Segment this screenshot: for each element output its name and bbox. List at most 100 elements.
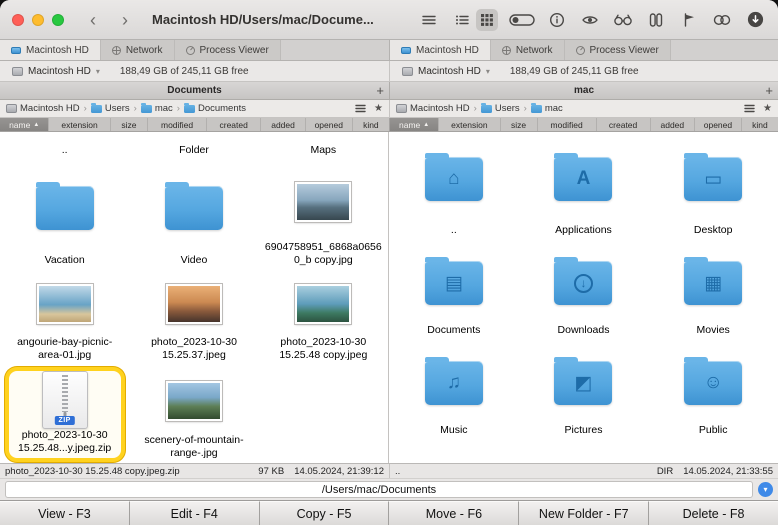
breadcrumb-item[interactable]: Documents (184, 103, 246, 114)
column-header-added[interactable]: added (651, 118, 695, 131)
right-tab-network[interactable]: Network (491, 40, 565, 60)
file-item[interactable]: Folder (129, 132, 258, 160)
column-header-size[interactable]: size (501, 118, 538, 131)
view-button[interactable]: View - F3 (0, 501, 130, 525)
column-header-extension[interactable]: extension (439, 118, 500, 131)
file-item[interactable]: ▭Desktop (648, 132, 778, 240)
column-header-name[interactable]: name▲ (0, 118, 49, 131)
column-header-created[interactable]: created (207, 118, 261, 131)
file-item[interactable]: ♫Music (389, 340, 519, 440)
file-item[interactable]: photo_2023-10-30 15.25.37.jpeg (129, 270, 258, 365)
favorite-star-icon[interactable]: ★ (763, 104, 772, 114)
column-header-kind[interactable]: kind (742, 118, 778, 131)
file-item-up[interactable]: ⌂.. (389, 132, 519, 240)
copy-button[interactable]: Copy - F5 (260, 501, 390, 525)
command-input[interactable]: /Users/mac/Documents (5, 481, 753, 498)
back-button[interactable]: ‹ (90, 11, 96, 29)
file-item[interactable]: ▦Movies (648, 240, 778, 340)
list-view-icon[interactable] (451, 9, 473, 31)
drive-selector[interactable]: Macintosh HD ▾ (8, 65, 104, 78)
breadcrumb-item[interactable]: Macintosh HD (6, 103, 80, 114)
menu-icon[interactable] (418, 9, 440, 31)
download-icon[interactable] (744, 9, 766, 31)
drive-selector[interactable]: Macintosh HD ▾ (398, 65, 494, 78)
forward-button[interactable]: › (122, 11, 128, 29)
column-header-kind[interactable]: kind (353, 118, 389, 131)
add-tab-button[interactable]: + (765, 82, 773, 99)
file-item[interactable]: ↓Downloads (519, 240, 649, 340)
file-manager-window: ‹ › Macintosh HD/Users/mac/Docume... Mac… (0, 0, 778, 525)
gauge-icon (186, 46, 195, 55)
chevron-down-icon: ▾ (763, 485, 767, 494)
breadcrumb-item[interactable]: Users (91, 103, 130, 114)
status-info: 97 KB 14.05.2024, 21:39:12 (258, 466, 384, 477)
toggle-switch-icon[interactable] (509, 9, 535, 31)
delete-button[interactable]: Delete - F8 (649, 501, 778, 525)
gauge-icon (576, 46, 585, 55)
file-item[interactable]: angourie-bay-picnic-area-01.jpg (0, 270, 129, 365)
file-item[interactable]: Vacation (0, 160, 129, 270)
breadcrumb-item[interactable]: mac (141, 103, 173, 114)
column-header-size[interactable]: size (111, 118, 148, 131)
file-item-up[interactable]: .. (0, 132, 129, 160)
command-history-button[interactable]: ▾ (758, 482, 773, 497)
nav-buttons: ‹ › (90, 11, 128, 29)
column-header-extension[interactable]: extension (49, 118, 110, 131)
left-tab-process-viewer[interactable]: Process Viewer (175, 40, 281, 60)
file-item-selected[interactable]: ZIP photo_2023-10-30 15.25.48...y.jpeg.z… (0, 365, 129, 463)
column-header-bars: name▲ extension size modified created ad… (0, 118, 778, 132)
file-item[interactable]: ▤Documents (389, 240, 519, 340)
minimize-button[interactable] (32, 14, 44, 26)
eye-icon[interactable] (579, 9, 601, 31)
masks-icon[interactable] (645, 9, 667, 31)
pane-title-label: Documents (167, 85, 221, 96)
column-header-opened[interactable]: opened (306, 118, 353, 131)
file-label: Public (699, 424, 728, 437)
move-button[interactable]: Move - F6 (389, 501, 519, 525)
left-breadcrumb: Macintosh HD › Users › mac › Documents ★ (0, 100, 389, 117)
column-header-name[interactable]: name▲ (390, 118, 439, 131)
file-item[interactable]: Video (129, 160, 258, 270)
breadcrumb-item[interactable]: Users (481, 103, 520, 114)
file-item[interactable]: ◩Pictures (519, 340, 649, 440)
new-folder-button[interactable]: New Folder - F7 (519, 501, 649, 525)
file-item[interactable]: ☺ Public (648, 340, 778, 440)
rings-icon[interactable] (711, 9, 733, 31)
info-icon[interactable] (546, 9, 568, 31)
left-tab-network[interactable]: Network (101, 40, 175, 60)
breadcrumb-item[interactable]: Macintosh HD (396, 103, 470, 114)
column-label: opened (704, 120, 732, 130)
file-item[interactable]: photo_2023-10-30 15.25.48 copy.jpeg (259, 270, 388, 365)
breadcrumb-item[interactable]: mac (531, 103, 563, 114)
binoculars-icon[interactable] (612, 9, 634, 31)
column-header-added[interactable]: added (261, 118, 306, 131)
edit-button[interactable]: Edit - F4 (130, 501, 260, 525)
column-header-modified[interactable]: modified (538, 118, 597, 131)
people-icon: ☺ (684, 361, 742, 405)
right-tab-macintosh-hd[interactable]: Macintosh HD (390, 40, 491, 60)
zoom-button[interactable] (52, 14, 64, 26)
file-item[interactable]: AApplications (519, 132, 649, 240)
file-item[interactable]: 6904758951_6868a06560_b copy.jpg (259, 160, 388, 270)
grid-view-icon[interactable] (476, 9, 498, 31)
file-item[interactable]: scenery-of-mountain-range-.jpg (129, 365, 258, 463)
flag-icon[interactable] (678, 9, 700, 31)
breadcrumb-menu-icon[interactable] (744, 104, 755, 113)
breadcrumb-actions: ★ (744, 104, 772, 114)
favorite-star-icon[interactable]: ★ (374, 104, 383, 114)
column-header-modified[interactable]: modified (148, 118, 207, 131)
breadcrumb-menu-icon[interactable] (355, 104, 366, 113)
column-header-created[interactable]: created (597, 118, 651, 131)
right-tab-process-viewer[interactable]: Process Viewer (565, 40, 671, 60)
music-note-icon: ♫ (425, 361, 483, 405)
desktop-icon: ▭ (684, 157, 742, 201)
tab-label: Network (126, 45, 163, 56)
file-item[interactable]: Maps (259, 132, 388, 160)
column-header-opened[interactable]: opened (695, 118, 742, 131)
traffic-lights (12, 14, 64, 26)
breadcrumb-label: Users (495, 103, 520, 114)
movies-folder-icon: ▦ (654, 243, 772, 324)
close-button[interactable] (12, 14, 24, 26)
add-tab-button[interactable]: + (376, 82, 384, 99)
left-tab-macintosh-hd[interactable]: Macintosh HD (0, 40, 101, 60)
